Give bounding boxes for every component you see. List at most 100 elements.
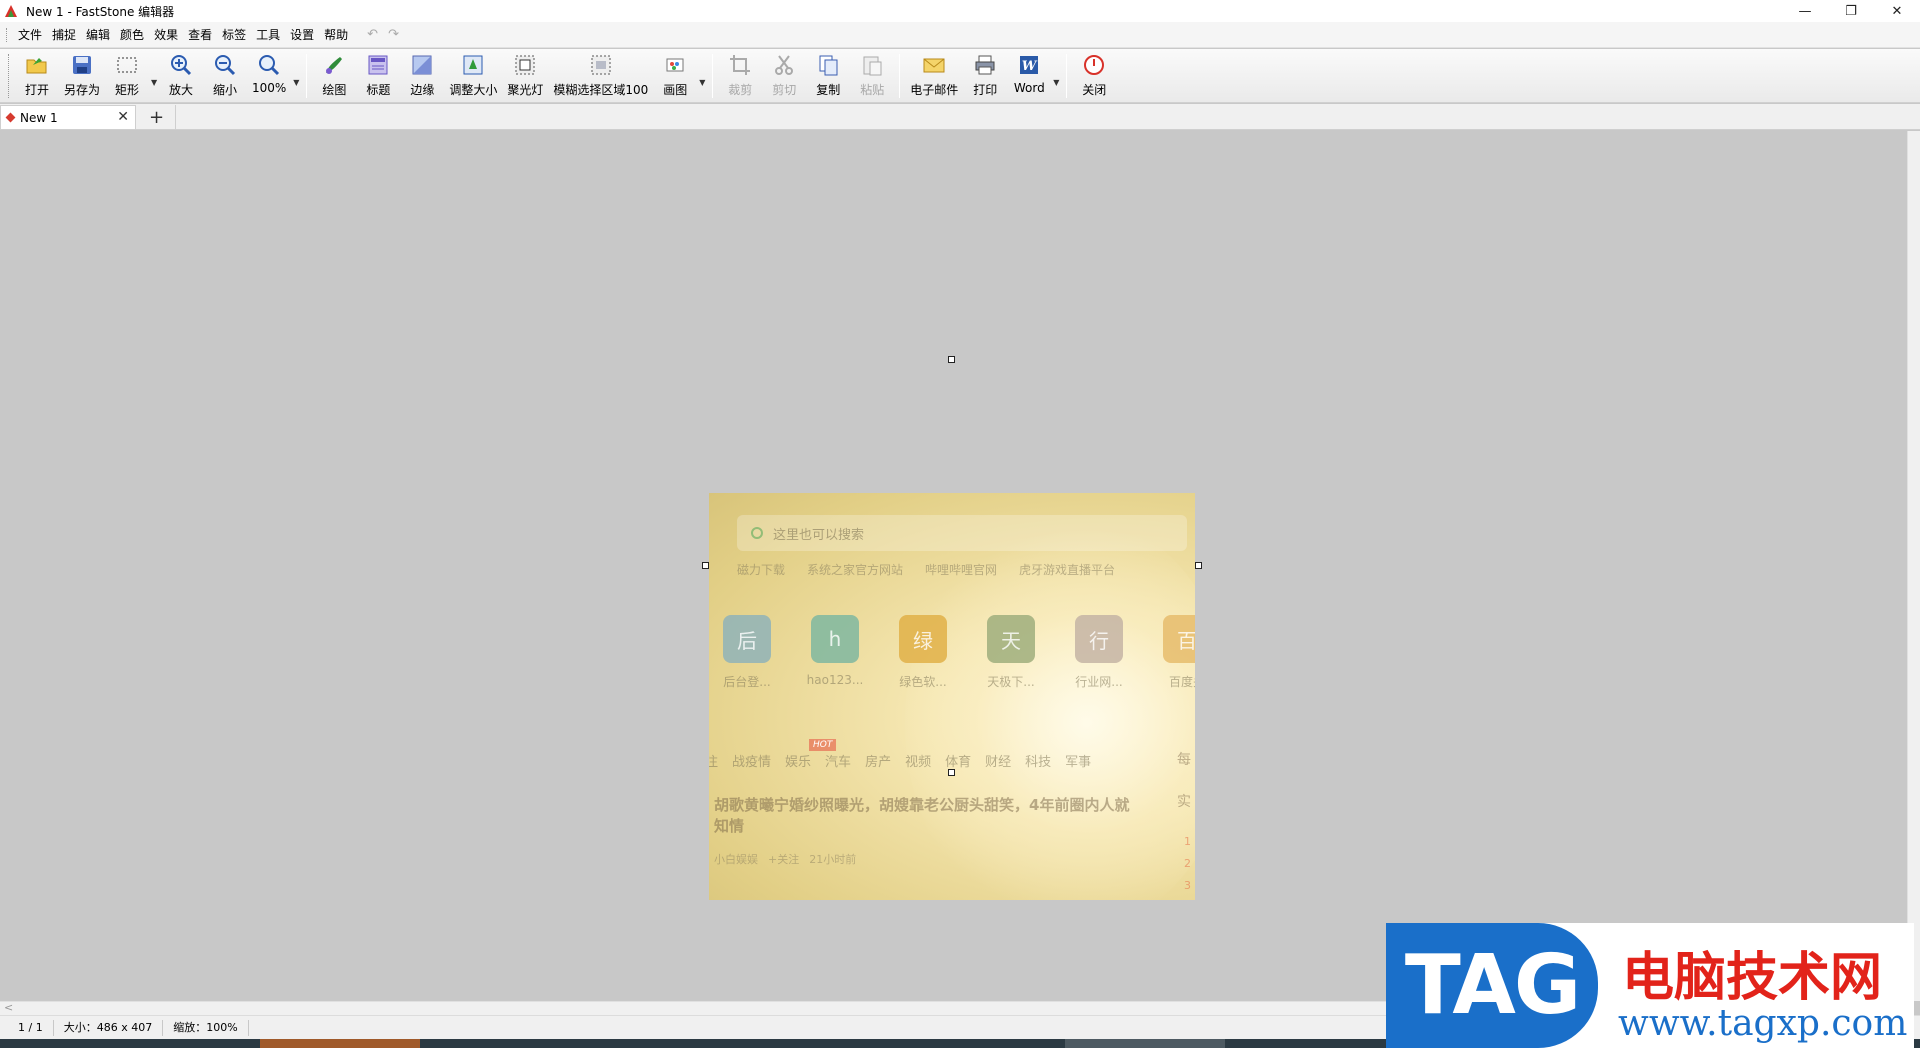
zoom-in-icon xyxy=(171,55,192,76)
rectangle-select-button[interactable]: 矩形 xyxy=(105,49,149,101)
canvas-dropdown-arrow[interactable]: ▼ xyxy=(697,49,707,101)
cut-label: 剪切 xyxy=(772,83,797,97)
site-tile-glyph: 绿 xyxy=(899,615,947,663)
draw-button[interactable]: 绘图 xyxy=(312,49,356,101)
scroll-left-arrow-icon[interactable]: < xyxy=(4,1001,13,1014)
restore-button[interactable]: ❐ xyxy=(1828,0,1874,22)
undo-redo-group: ↶ ↷ xyxy=(367,27,399,42)
tab-new-1[interactable]: New 1 ✕ xyxy=(0,105,136,129)
crop-button[interactable]: 裁剪 xyxy=(718,49,762,101)
paste-label: 粘贴 xyxy=(860,83,885,97)
save-disk-icon xyxy=(73,56,91,74)
print-label: 打印 xyxy=(973,83,998,97)
resize-button[interactable]: 调整大小 xyxy=(444,49,502,101)
menu-capture[interactable]: 捕捉 xyxy=(47,25,81,45)
quick-link: 磁力下载 xyxy=(737,563,786,577)
faststone-app-icon xyxy=(5,5,17,17)
word-label: Word xyxy=(1013,81,1045,95)
side-col-char: 每 xyxy=(1177,752,1191,768)
site-tile-glyph: 行 xyxy=(1075,615,1123,663)
window-title: New 1 - FastStone 编辑器 xyxy=(26,4,175,19)
redo-icon[interactable]: ↷ xyxy=(388,27,399,42)
menu-help[interactable]: 帮助 xyxy=(319,25,353,45)
menubar-grip[interactable] xyxy=(6,27,9,42)
zoom-level-icon xyxy=(259,55,280,76)
vertical-scrollbar[interactable] xyxy=(1907,131,1920,1001)
copy-label: 复制 xyxy=(816,83,841,97)
close-window-button[interactable]: ✕ xyxy=(1874,0,1920,22)
crop-label: 裁剪 xyxy=(728,83,753,97)
toolbar-grip[interactable] xyxy=(8,54,11,98)
news-tab: 战疫情 xyxy=(732,755,772,770)
news-tab: 汽车 xyxy=(825,755,852,770)
blur-region-icon xyxy=(591,55,611,75)
zoom-indicator: 缩放：100% xyxy=(163,1019,249,1036)
menu-settings[interactable]: 设置 xyxy=(285,25,319,45)
add-tab-button[interactable]: + xyxy=(138,105,176,129)
minimize-button[interactable]: — xyxy=(1782,0,1828,22)
resize-handle-left[interactable] xyxy=(702,562,709,569)
document-tab-bar: New 1 ✕ + xyxy=(0,104,1920,130)
image-news-meta: 小白娱娱 +关注 21小时前 xyxy=(714,851,856,867)
resize-handle-bottom[interactable] xyxy=(948,769,955,776)
menu-view[interactable]: 查看 xyxy=(183,25,217,45)
editor-canvas[interactable]: 这里也可以搜索 磁力下载 系统之家官方网站 哔哩哔哩官网 虎牙游戏直播平台 后 … xyxy=(0,131,1907,1001)
news-tab: 娱乐 xyxy=(785,755,812,770)
menu-tools[interactable]: 工具 xyxy=(251,25,285,45)
taskbar-active-item[interactable] xyxy=(260,1039,420,1048)
side-col-char: 实 xyxy=(1177,794,1191,810)
rectangle-select-icon xyxy=(117,57,137,73)
copy-icon xyxy=(819,55,838,76)
search-icon xyxy=(751,527,763,539)
zoom-dropdown-arrow[interactable]: ▼ xyxy=(291,49,301,101)
menu-effects[interactable]: 效果 xyxy=(149,25,183,45)
menu-file[interactable]: 文件 xyxy=(13,25,47,45)
news-meta-item: +关注 xyxy=(768,853,800,866)
site-tile-glyph: h xyxy=(811,615,859,663)
toolbar-separator xyxy=(1066,54,1068,98)
word-dropdown-arrow[interactable]: ▼ xyxy=(1051,49,1061,101)
print-button[interactable]: 打印 xyxy=(963,49,1007,101)
resize-handle-right[interactable] xyxy=(1195,562,1202,569)
site-watermark: TAG 电脑技术网 www.tagxp.com xyxy=(1386,923,1914,1048)
email-button[interactable]: 电子邮件 xyxy=(905,49,963,101)
rank-number: 3 xyxy=(1184,879,1191,892)
captured-image[interactable]: 这里也可以搜索 磁力下载 系统之家官方网站 哔哩哔哩官网 虎牙游戏直播平台 后 … xyxy=(709,493,1195,900)
edge-button[interactable]: 边缘 xyxy=(400,49,444,101)
resize-label: 调整大小 xyxy=(449,83,498,97)
watermark-title: 电脑技术网 xyxy=(1622,948,1883,1008)
close-button[interactable]: 关闭 xyxy=(1072,49,1116,101)
caption-button[interactable]: 标题 xyxy=(356,49,400,101)
blur-region-button[interactable]: 模糊选择区域100 xyxy=(548,49,653,101)
menu-edit[interactable]: 编辑 xyxy=(81,25,115,45)
zoom-level-button[interactable]: 100% xyxy=(247,49,291,101)
image-news-tabs: 注 战疫情 娱乐 汽车 房产 视频 体育 财经 科技 军事 xyxy=(709,751,1195,770)
open-button[interactable]: 打开 xyxy=(15,49,59,101)
undo-icon[interactable]: ↶ xyxy=(367,27,378,42)
quick-link: 哔哩哔哩官网 xyxy=(925,563,998,577)
menu-colors[interactable]: 颜色 xyxy=(115,25,149,45)
taskbar-item[interactable] xyxy=(1065,1039,1225,1048)
save-as-button[interactable]: 另存为 xyxy=(59,49,105,101)
save-as-label: 另存为 xyxy=(64,83,101,97)
site-tile-glyph: 天 xyxy=(987,615,1035,663)
word-button[interactable]: W Word xyxy=(1007,49,1051,101)
image-search-placeholder: 这里也可以搜索 xyxy=(773,527,865,543)
copy-button[interactable]: 复制 xyxy=(806,49,850,101)
cut-button[interactable]: 剪切 xyxy=(762,49,806,101)
scissors-icon xyxy=(775,55,794,75)
menu-tabs[interactable]: 标签 xyxy=(217,25,251,45)
news-tab: 科技 xyxy=(1025,755,1052,770)
tab-close-icon[interactable]: ✕ xyxy=(117,109,129,125)
rectangle-dropdown-arrow[interactable]: ▼ xyxy=(149,49,159,101)
window-controls: — ❐ ✕ xyxy=(1782,0,1920,22)
image-quick-links: 磁力下载 系统之家官方网站 哔哩哔哩官网 虎牙游戏直播平台 xyxy=(737,561,1195,578)
zoom-out-button[interactable]: 缩小 xyxy=(203,49,247,101)
image-news-headline: 胡歌黄曦宁婚纱照曝光，胡嫂靠老公厨头甜笑，4年前圈内人就知情 xyxy=(714,796,1130,835)
zoom-in-button[interactable]: 放大 xyxy=(159,49,203,101)
paste-button[interactable]: 粘贴 xyxy=(850,49,894,101)
resize-handle-top[interactable] xyxy=(948,356,955,363)
canvas-button[interactable]: 画图 xyxy=(653,49,697,101)
spotlight-button[interactable]: 聚光灯 xyxy=(502,49,548,101)
site-tile-name: 天极下... xyxy=(987,675,1035,689)
